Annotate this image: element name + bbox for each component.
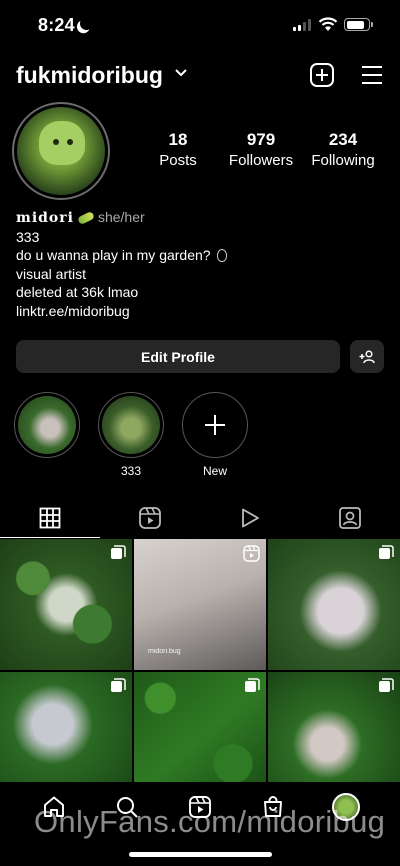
profile-avatar-small bbox=[331, 793, 360, 821]
post-caption: midori.bug bbox=[148, 648, 181, 655]
reels-icon bbox=[139, 507, 161, 529]
stat-following[interactable]: 234 Following bbox=[308, 130, 378, 169]
tab-posts-grid[interactable] bbox=[0, 498, 100, 538]
tab-reels[interactable] bbox=[100, 498, 200, 538]
plus-square-icon[interactable] bbox=[309, 62, 335, 88]
following-count: 234 bbox=[328, 130, 358, 149]
posts-grid: midori.bug bbox=[0, 539, 400, 803]
reels-nav-icon bbox=[189, 796, 211, 818]
home-icon bbox=[44, 796, 65, 817]
followers-label: Followers bbox=[228, 152, 294, 169]
profile-header: fukmidoribug bbox=[0, 58, 400, 94]
nav-shop[interactable] bbox=[253, 787, 293, 827]
status-time: 8:24 bbox=[38, 15, 75, 35]
carousel-icon bbox=[111, 545, 126, 559]
display-name: midori bbox=[16, 210, 74, 226]
bio-line: 333 bbox=[16, 228, 40, 245]
highlight-item[interactable] bbox=[13, 392, 81, 479]
post-thumbnail[interactable] bbox=[0, 539, 132, 670]
tab-tagged[interactable] bbox=[300, 498, 400, 538]
profile-avatar[interactable] bbox=[12, 102, 110, 200]
carousel-icon bbox=[245, 678, 260, 692]
pronouns: she/her bbox=[97, 209, 145, 225]
bio-line: deleted at 36k lmao bbox=[16, 284, 139, 300]
posts-count: 18 bbox=[168, 130, 188, 149]
tab-videos[interactable] bbox=[200, 498, 300, 538]
grid-icon bbox=[39, 507, 61, 529]
signal-icon bbox=[293, 19, 311, 31]
nav-home[interactable] bbox=[34, 787, 74, 827]
chevron-down-icon[interactable] bbox=[174, 68, 188, 78]
play-icon bbox=[242, 508, 259, 528]
bottom-navigation bbox=[0, 782, 400, 832]
reel-badge-icon bbox=[243, 545, 260, 562]
add-user-icon bbox=[359, 349, 375, 363]
avatar-image bbox=[17, 107, 105, 195]
discover-people-button[interactable] bbox=[350, 340, 384, 373]
shop-icon bbox=[263, 796, 282, 817]
new-highlight-button[interactable]: New bbox=[181, 392, 249, 479]
stat-posts[interactable]: 18 Posts bbox=[150, 130, 206, 169]
highlight-label bbox=[13, 464, 81, 479]
profile-tabs bbox=[0, 498, 400, 538]
wifi-icon bbox=[318, 17, 338, 31]
status-bar: 8:24 bbox=[0, 0, 400, 52]
bio-line: visual artist bbox=[16, 265, 87, 282]
highlight-item[interactable]: 333 bbox=[97, 392, 165, 479]
search-icon bbox=[117, 797, 138, 818]
highlight-label: 333 bbox=[120, 464, 142, 478]
post-thumbnail[interactable] bbox=[268, 539, 400, 670]
menu-icon[interactable] bbox=[360, 64, 384, 86]
home-indicator[interactable] bbox=[129, 852, 272, 857]
carousel-icon bbox=[111, 678, 126, 692]
bug-emoji-icon bbox=[216, 249, 227, 262]
caterpillar-emoji-icon bbox=[77, 211, 95, 226]
edit-profile-button[interactable]: Edit Profile bbox=[16, 340, 340, 373]
bio-line: do u wanna play in my garden? bbox=[16, 247, 211, 263]
nav-search[interactable] bbox=[107, 787, 147, 827]
bio-link[interactable]: linktr.ee/midoribug bbox=[16, 302, 227, 321]
carousel-icon bbox=[379, 545, 394, 559]
plus-icon bbox=[205, 415, 225, 435]
posts-label: Posts bbox=[159, 152, 197, 169]
following-label: Following bbox=[311, 152, 375, 169]
nav-reels[interactable] bbox=[180, 787, 220, 827]
carousel-icon bbox=[379, 678, 394, 692]
highlight-cover bbox=[102, 396, 160, 454]
post-thumbnail[interactable]: midori.bug bbox=[134, 539, 266, 670]
followers-count: 979 bbox=[246, 130, 276, 149]
highlight-label: New bbox=[202, 464, 227, 478]
username-title[interactable]: fukmidoribug bbox=[16, 62, 163, 89]
profile-bio: midori she/her 333 do u wanna play in my … bbox=[16, 208, 227, 320]
highlight-cover bbox=[18, 396, 76, 454]
nav-profile[interactable] bbox=[326, 787, 366, 827]
stat-followers[interactable]: 979 Followers bbox=[226, 130, 296, 169]
tagged-icon bbox=[339, 507, 361, 529]
battery-icon bbox=[344, 18, 373, 31]
moon-icon bbox=[78, 15, 95, 32]
